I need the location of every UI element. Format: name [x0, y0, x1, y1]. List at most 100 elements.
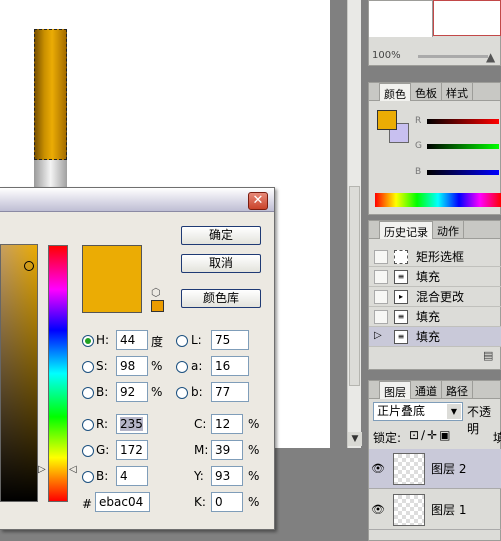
r-input[interactable]: 235: [116, 414, 148, 434]
tab-history[interactable]: 历史记录: [379, 221, 433, 239]
y-input[interactable]: 93: [211, 466, 243, 486]
layers-panel-tabs: 图层 通道 路径: [369, 381, 500, 399]
navigator-zoom-value[interactable]: 100%: [372, 50, 401, 61]
eye-icon[interactable]: 👁: [369, 503, 387, 516]
history-item[interactable]: ≡ 填充: [369, 267, 501, 287]
a-radio[interactable]: [176, 361, 188, 373]
color-g-label: G: [415, 141, 422, 151]
layer-row[interactable]: 👁 图层 2: [369, 449, 501, 489]
zoom-in-icon[interactable]: ▲: [486, 50, 495, 64]
l-label: L:: [191, 333, 202, 347]
tab-styles[interactable]: 样式: [442, 83, 473, 101]
history-item-label: 填充: [416, 310, 441, 324]
color-field-cursor[interactable]: [24, 261, 34, 271]
web-safe-cube-icon[interactable]: ⬡: [151, 286, 161, 299]
h-unit: 度: [151, 335, 164, 349]
lock-label: 锁定:: [373, 431, 402, 445]
blend-mode-select[interactable]: 正片叠底 ▼: [373, 402, 463, 421]
new-color-swatch: [82, 245, 142, 279]
layer-thumbnail: [393, 493, 425, 526]
b-input[interactable]: 92: [116, 382, 148, 402]
rgb-b-input[interactable]: 4: [116, 466, 148, 486]
navigator-preview[interactable]: [433, 0, 501, 36]
marquee-icon: [394, 249, 408, 264]
history-snapshot-checkbox[interactable]: [374, 289, 388, 304]
s-radio[interactable]: [82, 361, 94, 373]
tab-swatches[interactable]: 色板: [411, 83, 442, 101]
tab-layers[interactable]: 图层: [379, 381, 411, 399]
r-input-value: 235: [120, 417, 143, 431]
color-r-slider[interactable]: [427, 119, 499, 124]
color-g-slider[interactable]: [427, 144, 499, 149]
history-snapshot-checkbox[interactable]: [374, 269, 388, 284]
color-libraries-button[interactable]: 颜色库: [181, 289, 261, 308]
layer-row[interactable]: 👁 图层 1: [369, 490, 501, 530]
hue-slider-left-arrow-icon[interactable]: ▷: [38, 464, 46, 475]
navigator-zoom-slider[interactable]: [418, 55, 488, 58]
hue-slider[interactable]: [48, 245, 68, 502]
l-input[interactable]: 75: [211, 330, 249, 350]
fill-icon: ≡: [394, 269, 408, 284]
color-spectrum-bar[interactable]: [375, 193, 501, 207]
s-input[interactable]: 98: [116, 356, 148, 376]
history-item[interactable]: ▸ 混合更改: [369, 287, 501, 307]
hue-slider-right-arrow-icon[interactable]: ◁: [69, 464, 77, 475]
color-picker-dialog: ✕ ▷ ◁ ⬡ 确定 取消 颜色库 H: 44 度 S: 98 % B: 92 …: [0, 187, 275, 530]
l-radio[interactable]: [176, 335, 188, 347]
tab-actions[interactable]: 动作: [433, 221, 464, 239]
layer-name[interactable]: 图层 1: [431, 501, 466, 518]
web-safe-swatch[interactable]: [151, 300, 164, 312]
k-label: K:: [194, 495, 206, 509]
history-item-selected[interactable]: ▷ ≡ 填充: [369, 327, 501, 347]
c-label: C:: [194, 417, 207, 431]
tab-color[interactable]: 颜色: [379, 83, 411, 101]
color-field[interactable]: [0, 244, 38, 502]
k-input[interactable]: 0: [211, 492, 243, 512]
foreground-color-swatch[interactable]: [377, 110, 397, 130]
color-b-label: B: [415, 167, 422, 177]
b-unit: %: [151, 385, 163, 399]
history-snapshot-checkbox[interactable]: [374, 249, 388, 264]
ok-button[interactable]: 确定: [181, 226, 261, 245]
b-radio[interactable]: [82, 387, 94, 399]
scroll-down-arrow-icon[interactable]: ▼: [348, 432, 362, 446]
history-item[interactable]: 矩形选框: [369, 247, 501, 267]
g-radio[interactable]: [82, 445, 94, 457]
lab-b-radio[interactable]: [176, 387, 188, 399]
c-unit: %: [248, 417, 260, 431]
color-b-slider[interactable]: [427, 170, 499, 175]
h-radio[interactable]: [82, 335, 94, 347]
dialog-titlebar[interactable]: [0, 188, 274, 212]
scrollbar-thumb[interactable]: [349, 186, 360, 386]
g-input[interactable]: 172: [116, 440, 148, 460]
a-input[interactable]: 16: [211, 356, 249, 376]
lab-b-input[interactable]: 77: [211, 382, 249, 402]
tab-channels[interactable]: 通道: [411, 381, 442, 399]
layer-name[interactable]: 图层 2: [431, 460, 466, 477]
history-item[interactable]: ≡ 填充: [369, 307, 501, 327]
close-icon[interactable]: ✕: [248, 192, 268, 210]
history-panel: 历史记录 动作 矩形选框 ≡ 填充 ▸ 混合更改 ≡ 填充 ▷ ≡ 填充 ▤: [368, 220, 501, 370]
b-label: B:: [96, 385, 109, 399]
history-menu-icon[interactable]: ▤: [483, 349, 493, 362]
c-input[interactable]: 12: [211, 414, 243, 434]
lock-icons[interactable]: ⊡∕✛▣: [409, 428, 453, 442]
cancel-button[interactable]: 取消: [181, 254, 261, 273]
rgb-b-radio[interactable]: [82, 471, 94, 483]
tab-paths[interactable]: 路径: [442, 381, 473, 399]
chevron-down-icon[interactable]: ▼: [447, 404, 461, 419]
hex-input[interactable]: ebac04: [95, 492, 150, 512]
k-unit: %: [248, 495, 260, 509]
layer-thumbnail: [393, 452, 425, 485]
history-item-label: 混合更改: [416, 290, 465, 304]
canvas-vertical-scrollbar[interactable]: ▼: [347, 0, 362, 448]
h-input[interactable]: 44: [116, 330, 148, 350]
color-r-label: R: [415, 116, 422, 126]
r-radio[interactable]: [82, 419, 94, 431]
current-color-swatch[interactable]: [82, 279, 142, 313]
m-input[interactable]: 39: [211, 440, 243, 460]
blend-change-icon: ▸: [394, 289, 408, 304]
history-snapshot-checkbox[interactable]: [374, 309, 388, 324]
m-unit: %: [248, 443, 260, 457]
eye-icon[interactable]: 👁: [369, 462, 387, 475]
